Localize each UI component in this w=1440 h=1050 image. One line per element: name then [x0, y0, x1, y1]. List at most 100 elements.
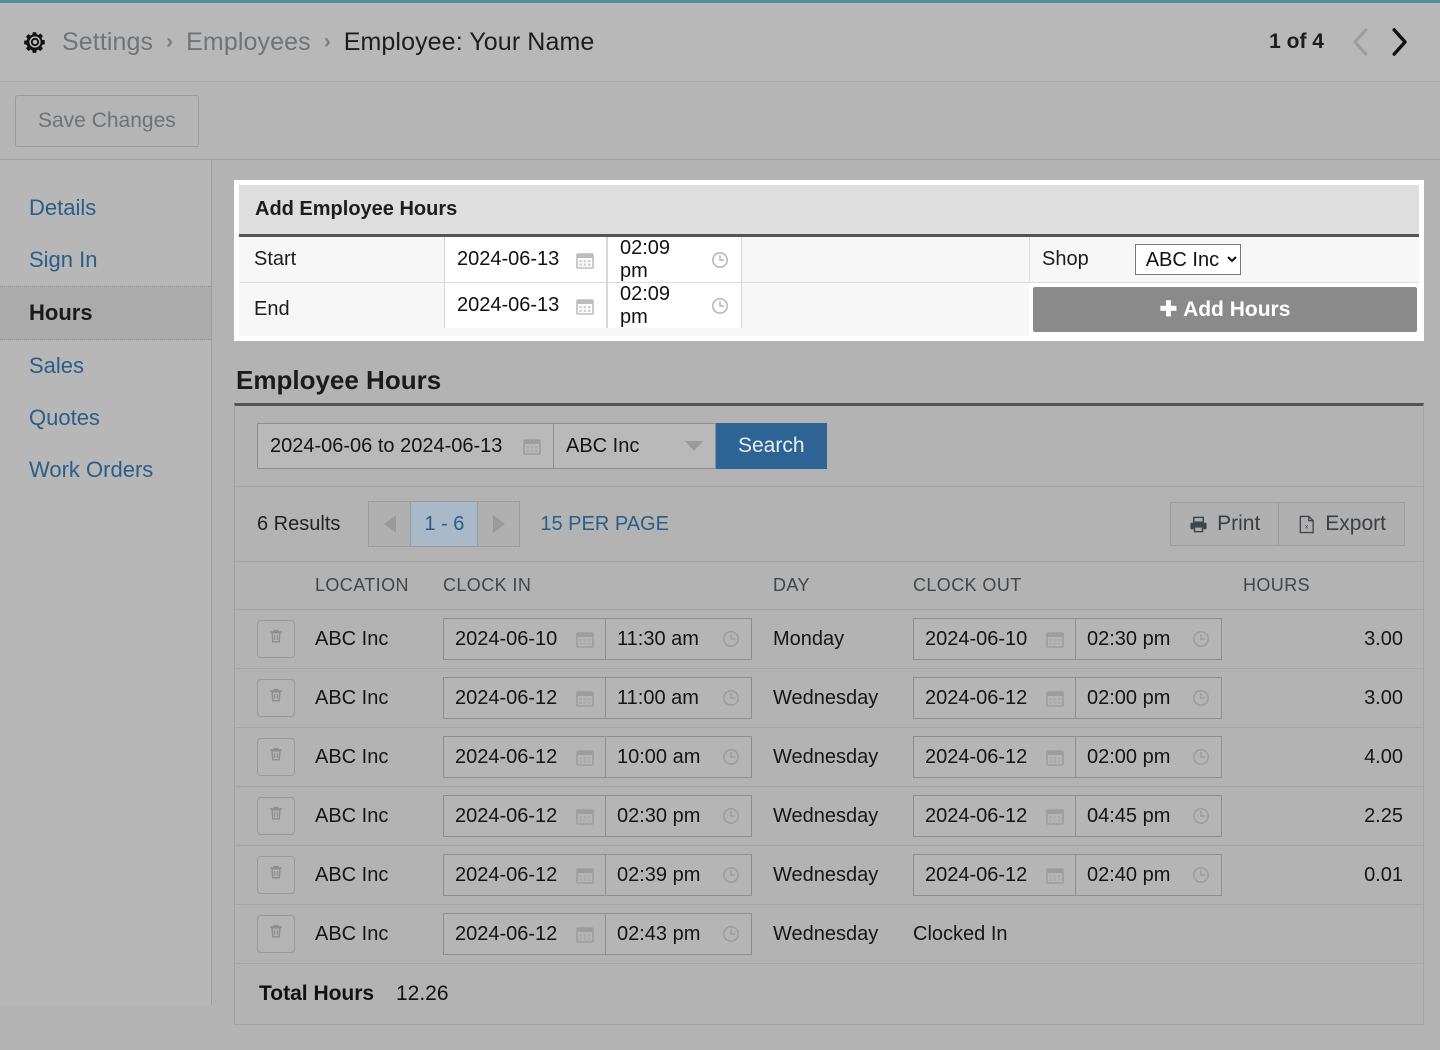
clock-in-datetime-input[interactable]: 2024-06-12 02:30 pm	[443, 795, 752, 837]
clock-out-date-value[interactable]: 2024-06-12	[914, 678, 1076, 718]
start-label: Start	[254, 248, 297, 270]
calendar-icon	[576, 689, 594, 707]
clock-out-time-text: 02:30 pm	[1087, 627, 1171, 650]
main-content: Add Employee Hours Start 2024-06-13 02:0…	[212, 160, 1440, 1025]
clock-out-time-value[interactable]: 02:00 pm	[1076, 737, 1221, 777]
row-location: ABC Inc	[315, 845, 443, 905]
save-changes-button[interactable]: Save Changes	[15, 94, 199, 147]
clock-out-time-value[interactable]: 02:30 pm	[1076, 619, 1221, 659]
clock-out-date-value[interactable]: 2024-06-12	[914, 737, 1076, 777]
end-label: End	[254, 298, 290, 320]
delete-row-button[interactable]	[257, 797, 295, 835]
action-bar: Save Changes	[0, 82, 1440, 160]
clock-in-time-value[interactable]: 11:00 am	[606, 678, 751, 718]
add-hours-end-row: End 2024-06-13 02:09 pm ✚ Add Hours	[239, 283, 1419, 336]
sidebar-item-hours[interactable]: Hours	[0, 286, 211, 340]
start-date-input[interactable]: 2024-06-13	[444, 237, 607, 282]
breadcrumb-item-employees[interactable]: Employees	[186, 28, 311, 57]
add-employee-hours-card: Add Employee Hours Start 2024-06-13 02:0…	[234, 180, 1424, 341]
clock-out-datetime-input[interactable]: 2024-06-12 02:00 pm	[913, 677, 1222, 719]
sidebar-item-sales[interactable]: Sales	[0, 340, 211, 392]
sidebar-item-work-orders[interactable]: Work Orders	[0, 444, 211, 496]
shop-filter-select[interactable]: ABC Inc	[553, 423, 716, 469]
clock-out-time-value[interactable]: 02:00 pm	[1076, 678, 1221, 718]
row-location: ABC Inc	[315, 668, 443, 728]
pagination-current-page[interactable]: 1 - 6	[411, 501, 478, 547]
row-hours: 4.00	[1243, 727, 1423, 787]
clocked-in-status: Clocked In	[913, 922, 1008, 945]
row-clock-in: 2024-06-12 02:30 pm	[443, 786, 773, 846]
chevron-left-icon[interactable]	[1346, 25, 1376, 59]
breadcrumb: Settings › Employees › Employee: Your Na…	[62, 28, 594, 57]
clock-in-date-value[interactable]: 2024-06-12	[444, 796, 606, 836]
sidebar-item-quotes[interactable]: Quotes	[0, 392, 211, 444]
table-row: ABC Inc 2024-06-10 11:30 am Monday 2024-06-1…	[235, 609, 1423, 669]
clock-in-time-value[interactable]: 11:30 am	[606, 619, 751, 659]
clock-in-datetime-input[interactable]: 2024-06-10 11:30 am	[443, 618, 752, 660]
clock-in-date-value[interactable]: 2024-06-12	[444, 737, 606, 777]
total-hours-value: 12.26	[395, 982, 449, 1005]
clock-out-date-value[interactable]: 2024-06-10	[914, 619, 1076, 659]
breadcrumb-item-settings[interactable]: Settings	[62, 28, 153, 57]
clock-in-time-value[interactable]: 02:30 pm	[606, 796, 751, 836]
date-range-input[interactable]: 2024-06-06 to 2024-06-13	[257, 423, 553, 469]
clock-out-datetime-input[interactable]: 2024-06-12 02:40 pm	[913, 854, 1222, 896]
sidebar: Details Sign In Hours Sales Quotes Work …	[0, 160, 212, 1005]
clock-in-date-value[interactable]: 2024-06-10	[444, 619, 606, 659]
clock-in-date-value[interactable]: 2024-06-12	[444, 855, 606, 895]
plus-icon: ✚	[1159, 298, 1178, 321]
calendar-icon	[1046, 630, 1064, 648]
clock-out-time-text: 02:00 pm	[1087, 686, 1171, 709]
clock-in-time-value[interactable]: 02:39 pm	[606, 855, 751, 895]
row-day: Wednesday	[773, 904, 913, 964]
print-button[interactable]: Print	[1170, 502, 1280, 546]
clock-in-datetime-input[interactable]: 2024-06-12 02:39 pm	[443, 854, 752, 896]
clock-in-datetime-input[interactable]: 2024-06-12 11:00 am	[443, 677, 752, 719]
export-button[interactable]: x Export	[1279, 502, 1405, 546]
gear-icon[interactable]	[22, 29, 48, 55]
add-hours-button[interactable]: ✚ Add Hours	[1033, 287, 1417, 332]
sidebar-item-sign-in[interactable]: Sign In	[0, 234, 211, 286]
clock-out-date-value[interactable]: 2024-06-12	[914, 855, 1076, 895]
chevron-down-icon	[685, 441, 703, 451]
row-hours: 0.01	[1243, 845, 1423, 905]
clock-in-datetime-input[interactable]: 2024-06-12 10:00 am	[443, 736, 752, 778]
clock-in-datetime-input[interactable]: 2024-06-12 02:43 pm	[443, 913, 752, 955]
clock-out-time-text: 02:40 pm	[1087, 863, 1171, 886]
clock-out-datetime-input[interactable]: 2024-06-12 04:45 pm	[913, 795, 1222, 837]
end-date-value: 2024-06-13	[457, 294, 560, 316]
search-button[interactable]: Search	[716, 423, 827, 469]
trash-icon	[267, 627, 285, 651]
chevron-right-icon[interactable]	[1384, 25, 1414, 59]
calendar-icon	[1046, 689, 1064, 707]
clock-in-time-value[interactable]: 02:43 pm	[606, 914, 751, 954]
end-time-input[interactable]: 02:09 pm	[607, 283, 742, 328]
table-header: LOCATION CLOCK IN DAY CLOCK OUT HOURS	[235, 562, 1423, 610]
delete-row-button[interactable]	[257, 620, 295, 658]
clock-out-date-value[interactable]: 2024-06-12	[914, 796, 1076, 836]
clock-in-date-value[interactable]: 2024-06-12	[444, 914, 606, 954]
clock-in-date-value[interactable]: 2024-06-12	[444, 678, 606, 718]
end-date-input[interactable]: 2024-06-13	[444, 283, 607, 328]
clock-icon	[722, 689, 740, 707]
sidebar-item-details[interactable]: Details	[0, 182, 211, 234]
shop-select[interactable]: ABC Inc	[1134, 244, 1241, 275]
delete-row-button[interactable]	[257, 738, 295, 776]
delete-row-button[interactable]	[257, 915, 295, 953]
delete-row-button[interactable]	[257, 679, 295, 717]
clock-in-date-text: 2024-06-10	[455, 627, 558, 650]
shop-filter-value: ABC Inc	[566, 434, 640, 457]
row-actions-cell	[235, 845, 315, 905]
clock-out-time-value[interactable]: 02:40 pm	[1076, 855, 1221, 895]
start-time-input[interactable]: 02:09 pm	[607, 237, 742, 282]
pagination-prev-button[interactable]	[368, 501, 412, 547]
clock-out-datetime-input[interactable]: 2024-06-10 02:30 pm	[913, 618, 1222, 660]
column-header-location: LOCATION	[315, 562, 443, 610]
clock-out-datetime-input[interactable]: 2024-06-12 02:00 pm	[913, 736, 1222, 778]
clock-in-time-value[interactable]: 10:00 am	[606, 737, 751, 777]
pagination-next-button[interactable]	[477, 501, 521, 547]
delete-row-button[interactable]	[257, 856, 295, 894]
row-actions-cell	[235, 786, 315, 846]
clock-out-time-value[interactable]: 04:45 pm	[1076, 796, 1221, 836]
per-page-selector[interactable]: 15 PER PAGE	[540, 513, 669, 536]
